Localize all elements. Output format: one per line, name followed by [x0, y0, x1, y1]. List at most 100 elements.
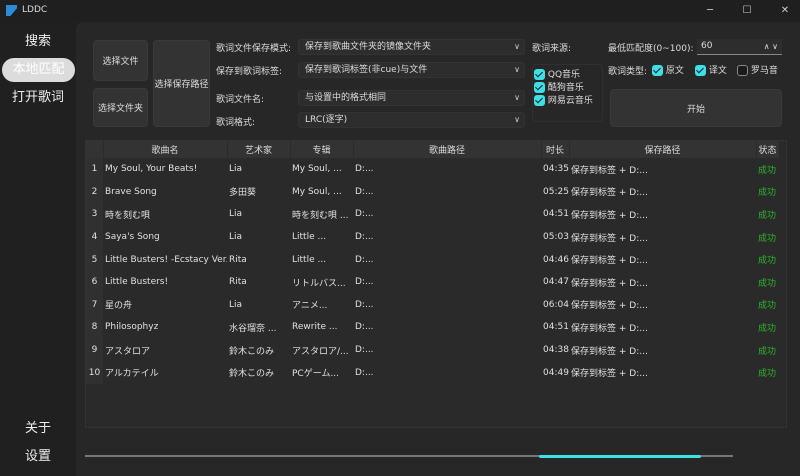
save-tag-select[interactable]: 保存到歌词标签(非cue)与文件 ∨	[298, 62, 525, 78]
sidebar-item-open-lyrics[interactable]: 打开歌词	[0, 86, 76, 110]
table-cell: 保存到标签 + D:...	[571, 278, 648, 289]
table-cell: D:...	[355, 254, 374, 265]
column-header[interactable]: 歌曲路径	[353, 141, 542, 158]
progress-fill	[538, 454, 701, 458]
table-cell: 04:47	[543, 277, 569, 288]
table-cell: 成功	[758, 278, 777, 289]
table-cell: Little ...	[292, 254, 327, 265]
sources-label: 歌词来源:	[532, 44, 572, 54]
column-header[interactable]: 时长	[541, 141, 570, 158]
column-header[interactable]: 艺术家	[227, 141, 291, 158]
table-cell: D:...	[355, 209, 374, 220]
checkbox-icon	[534, 82, 545, 93]
maximize-button[interactable]: ☐	[734, 3, 760, 19]
row-index: 7	[86, 293, 103, 317]
source-label: QQ音乐	[547, 70, 581, 80]
checkbox-icon	[652, 65, 663, 76]
table-row[interactable]: 4 Saya's Song Lia Little ... D:... 05:03 保存到标签…	[86, 225, 779, 249]
table-cell: 04:49	[543, 367, 569, 378]
column-header[interactable]: 状态	[756, 141, 780, 158]
table-cell: リトルバス...	[292, 278, 346, 289]
table-cell: 保存到标签 + D:...	[571, 165, 648, 176]
table-cell: My Soul, Your Beats!	[105, 164, 198, 175]
save-mode-value: 保存到歌曲文件夹的镜像文件夹	[305, 42, 432, 52]
table-cell: アニメ...	[292, 301, 328, 312]
type-label: 罗马音	[750, 66, 778, 76]
spin-arrows-icon[interactable]: ∧ ∨	[764, 39, 778, 54]
source-kugou-checkbox[interactable]: 酷狗音乐	[534, 80, 584, 93]
table-row[interactable]: 7 星の舟 Lia アニメ... D:... 06:04 保存到标签 + D:... 成功	[86, 293, 779, 317]
table-cell: My Soul, ...	[292, 164, 342, 175]
sidebar-item-search[interactable]: 搜索	[0, 30, 76, 54]
column-header[interactable]: 专辑	[290, 141, 354, 158]
column-header[interactable]: 保存路径	[569, 141, 757, 158]
save-mode-select[interactable]: 保存到歌曲文件夹的镜像文件夹 ∨	[298, 39, 525, 55]
table-row[interactable]: 1 My Soul, Your Beats! Lia My Soul, ... D:..…	[86, 158, 779, 181]
table-cell: Brave Song	[105, 186, 157, 197]
table-row[interactable]: 6 Little Busters! Rita リトルバス... D:... 04:47 保存…	[86, 270, 779, 294]
table-cell: 保存到标签 + D:...	[571, 323, 648, 334]
sidebar-item-local-match[interactable]: 本地匹配	[2, 58, 75, 82]
select-folder-button[interactable]: 选择文件夹	[93, 88, 148, 127]
table-cell: 04:46	[543, 254, 569, 265]
table-cell: 保存到标签 + D:...	[571, 301, 648, 312]
table-cell: 04:35	[543, 164, 569, 175]
table-cell: 星の舟	[105, 301, 133, 312]
checkbox-icon	[534, 95, 545, 106]
sidebar-item-about[interactable]: 关于	[0, 417, 76, 441]
column-header[interactable]: 歌曲名	[103, 141, 228, 158]
table-cell: Little Busters!	[105, 277, 169, 288]
table-row[interactable]: 8 Philosophyz 水谷瑠奈 ... Rewrite ... D:... 04:5…	[86, 316, 779, 339]
table-cell: Rewrite ...	[292, 322, 338, 333]
table-cell: Little ...	[292, 232, 327, 243]
table-cell: PCゲーム...	[292, 369, 340, 380]
table-cell: 保存到标签 + D:...	[571, 210, 648, 221]
table-row[interactable]: 2 Brave Song 多田葵 My Soul, ... D:... 05:25 保存到标…	[86, 180, 779, 204]
table-row[interactable]: 5 Little Busters! -Ecstacy Ver.- Rita Littl…	[86, 248, 779, 271]
chevron-down-icon: ∨	[514, 93, 520, 102]
table-cell: Lia	[229, 299, 243, 310]
corner-header	[86, 141, 104, 158]
table-cell: 成功	[758, 301, 777, 312]
lyric-types-label: 歌词类型:	[608, 67, 648, 77]
row-index: 9	[86, 338, 103, 362]
sidebar-item-settings[interactable]: 设置	[0, 445, 76, 469]
table-cell: My Soul, ...	[292, 186, 342, 197]
table-cell: Lia	[229, 164, 243, 175]
type-romaji-checkbox[interactable]: 罗马音	[737, 63, 778, 76]
source-netease-checkbox[interactable]: 网易云音乐	[534, 93, 593, 106]
table-cell: 成功	[758, 369, 777, 380]
table-cell: D:...	[355, 367, 374, 378]
table-header: 歌曲名 艺术家 专辑 歌曲路径 时长 保存路径 状态	[86, 141, 780, 158]
table-cell: 鈴木このみ	[229, 346, 275, 357]
source-qq-checkbox[interactable]: QQ音乐	[534, 67, 580, 80]
results-table[interactable]: 歌曲名 艺术家 专辑 歌曲路径 时长 保存路径 状态 1 My Soul, You…	[85, 140, 787, 428]
table-cell: 成功	[758, 188, 777, 199]
table-row[interactable]: 10 アルカテイル 鈴木このみ PCゲーム... D:... 04:49 保存到标签 + D…	[86, 361, 779, 384]
table-cell: アルカテイル	[105, 369, 159, 380]
start-button[interactable]: 开始	[610, 89, 782, 127]
minimize-button[interactable]: ─	[697, 3, 723, 19]
table-cell: Lia	[229, 232, 243, 243]
close-button[interactable]: ✕	[772, 3, 798, 19]
type-label: 原文	[665, 66, 684, 76]
table-cell: D:...	[355, 277, 374, 288]
filename-select[interactable]: 与设置中的格式相同 ∨	[298, 90, 525, 106]
table-cell: 鈴木このみ	[229, 369, 275, 380]
type-original-checkbox[interactable]: 原文	[652, 63, 684, 76]
table-row[interactable]: 9 アスタロア 鈴木このみ アスタロア/... D:... 04:38 保存到标签 + D:…	[86, 338, 779, 362]
select-file-button[interactable]: 选择文件	[93, 40, 148, 81]
min-score-spinbox[interactable]: 60 ∧ ∨	[697, 39, 782, 55]
format-select[interactable]: LRC(逐字) ∨	[298, 112, 525, 128]
table-cell: 成功	[758, 346, 777, 357]
format-label: 歌词格式:	[216, 118, 256, 128]
chevron-down-icon: ∨	[514, 42, 520, 51]
table-cell: D:...	[355, 164, 374, 175]
table-cell: 成功	[758, 233, 777, 244]
table-cell: 時を刻む唄 ...	[292, 210, 349, 221]
table-row[interactable]: 3 時を刻む唄 Lia 時を刻む唄 ... D:... 04:51 保存到标签 + D:..…	[86, 203, 779, 226]
type-translation-checkbox[interactable]: 译文	[695, 63, 727, 76]
table-cell: 保存到标签 + D:...	[571, 233, 648, 244]
row-index: 6	[86, 270, 103, 294]
select-save-path-button[interactable]: 选择保存路径	[153, 40, 210, 127]
